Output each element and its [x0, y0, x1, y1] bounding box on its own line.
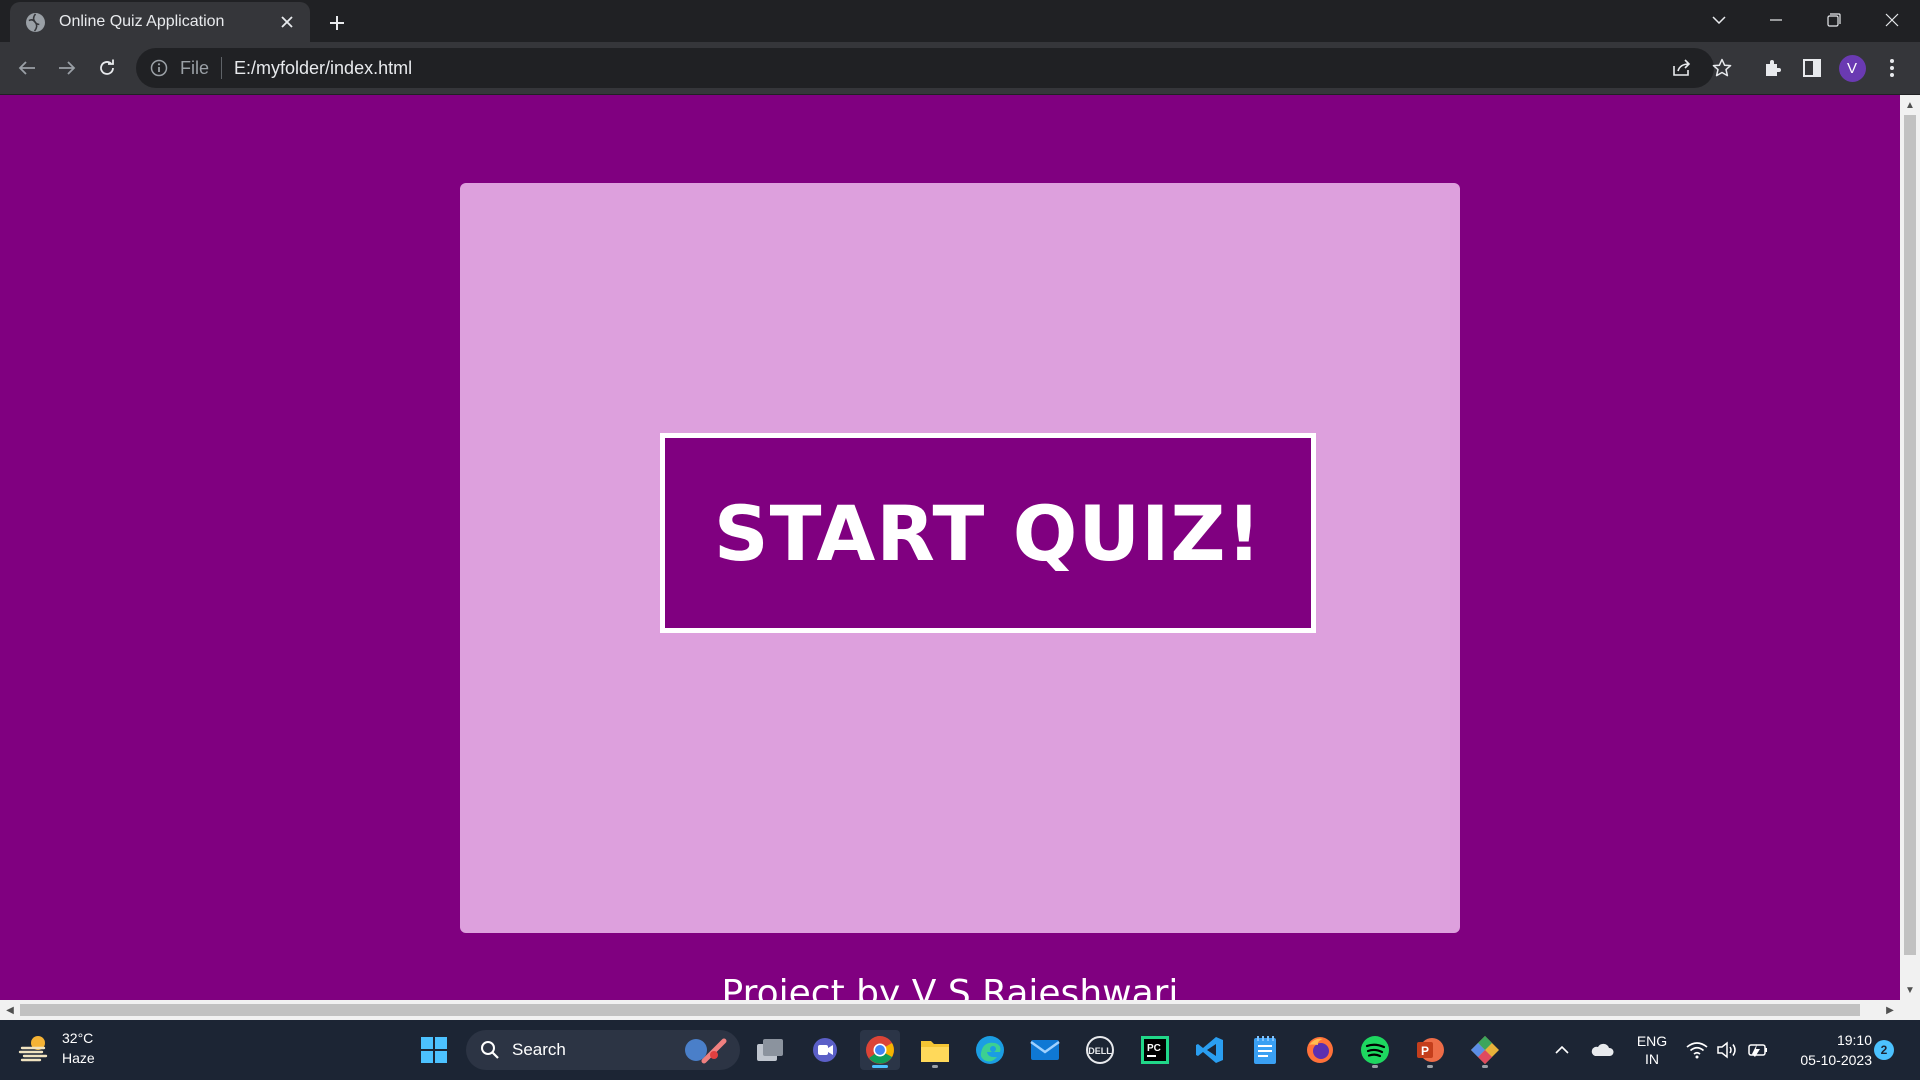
weather-widget[interactable]: 32°C Haze [18, 1028, 95, 1068]
open-app-indicator [1372, 1065, 1378, 1068]
taskbar-search[interactable]: Search [466, 1030, 740, 1070]
pycharm-icon[interactable]: PC [1135, 1030, 1175, 1070]
tab-title: Online Quiz Application [59, 13, 225, 30]
vertical-scrollbar[interactable]: ▲ ▼ [1900, 95, 1920, 1000]
reload-icon[interactable] [91, 52, 123, 84]
mail-icon[interactable] [1025, 1030, 1065, 1070]
edge-icon[interactable] [970, 1030, 1010, 1070]
share-icon[interactable] [1664, 50, 1700, 86]
extensions-icon[interactable] [1756, 52, 1788, 84]
cricket-highlight-icon [685, 1038, 727, 1064]
search-icon [481, 1041, 499, 1059]
vertical-scroll-thumb[interactable] [1904, 115, 1916, 955]
input-language[interactable]: ENG IN [1632, 1032, 1672, 1068]
onedrive-cloud-icon[interactable] [1588, 1020, 1616, 1080]
system-clock[interactable]: 19:10 05-10-2023 [1780, 1030, 1872, 1070]
svg-text:DELL: DELL [1088, 1046, 1112, 1056]
windows-taskbar: 32°C Haze Search DELL PC P ENG IN 19:10 … [0, 1020, 1920, 1080]
clock-time: 19:10 [1836, 1032, 1872, 1048]
svg-text:PC: PC [1147, 1043, 1161, 1054]
battery-charging-icon[interactable] [1744, 1020, 1770, 1080]
teams-chat-icon[interactable] [805, 1030, 845, 1070]
spotify-icon[interactable] [1355, 1030, 1395, 1070]
address-bar[interactable]: File E:/myfolder/index.html [136, 48, 1714, 88]
weather-description: Haze [62, 1050, 95, 1066]
scroll-up-icon[interactable]: ▲ [1900, 95, 1920, 115]
search-label: Search [512, 1040, 566, 1059]
dell-icon[interactable]: DELL [1080, 1030, 1120, 1070]
open-app-indicator [1427, 1065, 1433, 1068]
powerpoint-icon[interactable]: P [1410, 1030, 1450, 1070]
scroll-right-icon[interactable]: ▶ [1880, 1000, 1900, 1020]
active-app-indicator [872, 1065, 888, 1068]
clock-date: 05-10-2023 [1800, 1052, 1872, 1068]
bookmark-star-icon[interactable] [1704, 50, 1740, 86]
scroll-left-icon[interactable]: ◀ [0, 1000, 20, 1020]
address-url[interactable]: E:/myfolder/index.html [234, 58, 412, 79]
tab-search-icon[interactable] [1691, 0, 1747, 40]
forward-icon[interactable] [51, 52, 83, 84]
address-scheme: File [180, 57, 210, 78]
file-explorer-icon[interactable] [915, 1030, 955, 1070]
project-credit: Project by V S Rajeshwari [721, 973, 1179, 1000]
start-quiz-button[interactable]: START QUIZ! [660, 433, 1316, 633]
profile-initial: V [1838, 54, 1866, 82]
minimize-icon[interactable] [1748, 0, 1804, 40]
notepad-icon[interactable] [1245, 1030, 1285, 1070]
open-app-indicator [932, 1065, 938, 1068]
page-viewport: START QUIZ! Project by V S Rajeshwari [0, 95, 1900, 1000]
firefox-icon[interactable] [1300, 1030, 1340, 1070]
globe-icon [26, 12, 45, 32]
haze-sun-icon [18, 1036, 48, 1062]
side-panel-icon[interactable] [1796, 52, 1828, 84]
new-tab-button[interactable] [322, 8, 352, 38]
open-app-indicator [1482, 1065, 1488, 1068]
show-hidden-icons-chevron[interactable] [1550, 1020, 1574, 1080]
weather-temperature: 32°C [62, 1030, 94, 1046]
wifi-icon[interactable] [1684, 1020, 1710, 1080]
chrome-taskbar-icon[interactable] [860, 1030, 900, 1070]
volume-icon[interactable] [1714, 1020, 1740, 1080]
close-tab-icon[interactable] [276, 11, 298, 33]
restore-icon[interactable] [1806, 0, 1862, 40]
back-icon[interactable] [11, 52, 43, 84]
quiz-card: START QUIZ! [460, 183, 1460, 933]
profile-avatar[interactable]: V [1836, 52, 1868, 84]
app-diamond-icon[interactable] [1465, 1030, 1505, 1070]
window-close-icon[interactable] [1864, 0, 1920, 40]
notification-badge[interactable]: 2 [1874, 1040, 1894, 1060]
browser-tabstrip: Online Quiz Application [0, 0, 1920, 42]
browser-tab[interactable]: Online Quiz Application [10, 2, 310, 42]
lang-line2: IN [1645, 1051, 1659, 1067]
start-windows-icon[interactable] [414, 1030, 454, 1070]
scroll-down-icon[interactable]: ▼ [1900, 980, 1920, 1000]
horizontal-scrollbar[interactable]: ◀ ▶ [0, 1000, 1920, 1020]
vscode-icon[interactable] [1190, 1030, 1230, 1070]
site-info-icon[interactable] [150, 59, 168, 77]
horizontal-scroll-thumb[interactable] [20, 1004, 1860, 1016]
menu-kebab-icon[interactable] [1876, 52, 1908, 84]
lang-line1: ENG [1636, 1033, 1668, 1049]
task-view-icon[interactable] [750, 1030, 790, 1070]
browser-toolbar: File E:/myfolder/index.html V [0, 42, 1920, 94]
address-separator [221, 57, 223, 79]
svg-text:P: P [1421, 1044, 1429, 1058]
